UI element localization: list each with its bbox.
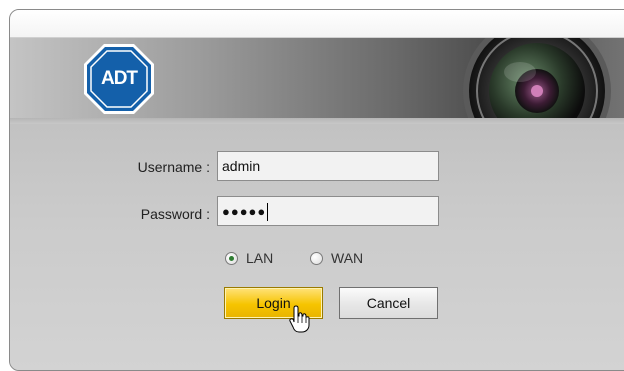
cancel-button-label: Cancel bbox=[366, 295, 411, 311]
octagon-logo-icon bbox=[84, 44, 154, 114]
cancel-button[interactable]: Cancel bbox=[339, 287, 438, 319]
username-input[interactable]: admin bbox=[217, 151, 439, 181]
password-input[interactable]: ●●●●● bbox=[217, 196, 439, 226]
login-window: ADT Username: admin Password: ●●●●● LA… bbox=[9, 9, 624, 371]
header-banner: ADT bbox=[10, 38, 624, 118]
radio-option-lan[interactable]: LAN bbox=[225, 250, 273, 266]
lan-label: LAN bbox=[246, 250, 274, 266]
login-button-label: Login bbox=[256, 295, 291, 311]
password-label: Password : bbox=[140, 206, 210, 222]
radio-option-wan[interactable]: WAN bbox=[310, 250, 363, 266]
wan-radio[interactable] bbox=[310, 251, 323, 265]
password-value: ●●●●● bbox=[222, 204, 267, 219]
username-label: Username : bbox=[137, 159, 210, 175]
lan-radio[interactable] bbox=[225, 251, 238, 265]
username-value: admin bbox=[222, 158, 261, 174]
text-caret bbox=[267, 203, 269, 222]
camera-lens-icon bbox=[463, 38, 611, 118]
top-strip bbox=[10, 10, 624, 38]
hand-pointer-icon bbox=[289, 305, 310, 333]
wan-label: WAN bbox=[331, 250, 364, 266]
adt-logo: ADT bbox=[82, 42, 156, 116]
